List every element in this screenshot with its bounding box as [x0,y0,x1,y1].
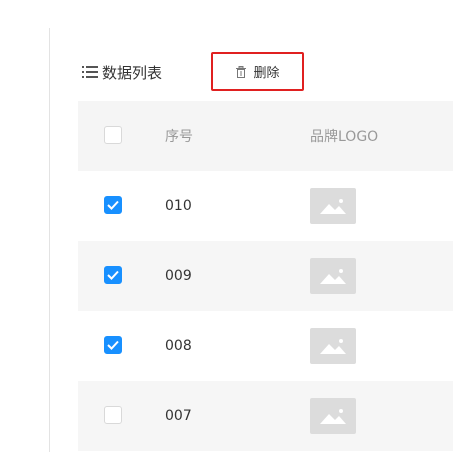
table-row: 009 [78,241,453,311]
row-checkbox[interactable] [104,196,122,214]
column-header-logo: 品牌LOGO [310,129,379,145]
table-row: 010 [78,171,453,241]
delete-button-label: 删除 [253,66,280,81]
row-checkbox[interactable] [104,336,122,354]
image-placeholder-icon [310,328,356,364]
image-placeholder-icon [310,188,356,224]
table-row: 007 [78,381,453,451]
list-title: 数据列表 [102,63,163,82]
row-seq: 010 [165,198,192,214]
row-checkbox[interactable] [104,266,122,284]
column-header-seq: 序号 [165,129,193,145]
image-placeholder-icon [310,258,356,294]
table-header: 序号 品牌LOGO [78,101,453,171]
row-seq: 009 [165,268,192,284]
image-placeholder-icon [310,398,356,434]
row-checkbox[interactable] [104,406,122,424]
brand-table: 序号 品牌LOGO 010 009 008 007 [78,101,453,451]
delete-button[interactable]: 删除 [211,52,304,91]
table-row: 008 [78,311,453,381]
row-seq: 007 [165,408,192,424]
row-seq: 008 [165,338,192,354]
content-left-border [49,28,50,452]
list-toolbar: 数据列表 [82,52,162,92]
list-icon [82,66,98,78]
trash-icon [236,65,247,78]
select-all-checkbox[interactable] [104,126,122,144]
